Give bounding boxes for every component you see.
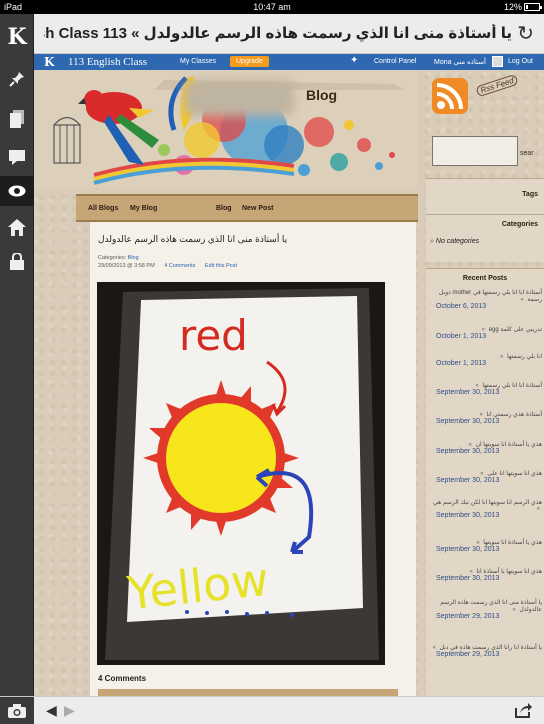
log-out-link[interactable]: Log Out (508, 58, 533, 65)
upgrade-button[interactable]: Upgrade (230, 56, 269, 67)
back-arrow-icon[interactable]: ◀ (46, 702, 57, 719)
tags-widget: Tags (426, 178, 544, 214)
camera-icon[interactable] (0, 697, 34, 724)
app-sidebar: K (0, 14, 34, 696)
list-item[interactable]: هذي انا سويتها يا أستاذة انا » September… (430, 568, 542, 582)
post-title[interactable]: يا أستاذة منى انا الذي رسمت هاذه الرسم ع… (98, 234, 398, 245)
tags-heading: Tags (522, 191, 538, 198)
nav-blog[interactable]: Blog (216, 205, 232, 212)
no-categories-text: » No categories (430, 238, 480, 245)
battery-percent: 12% (503, 2, 522, 12)
eye-icon[interactable] (0, 176, 34, 206)
comment-icon[interactable] (0, 142, 34, 172)
user-name-link[interactable]: Mona أستاذه منى (434, 58, 486, 66)
page-title: يا أستاذة منى انا الذي رسمت هاذه الرسم ع… (44, 25, 512, 42)
drawn-word-red: red (179, 311, 248, 360)
recent-posts-widget: Recent Posts أستاذة انا انا بلي رسمتها ف… (426, 268, 544, 696)
list-item[interactable]: انا بلي رسمتها » October 1, 2013 (430, 353, 542, 367)
list-item[interactable]: تدريبي على كلمة egg » October 1, 2013 (430, 326, 542, 340)
reload-icon[interactable]: ↻ (517, 21, 534, 46)
edit-post-link[interactable]: Edit this Post (205, 263, 237, 269)
rss-icon[interactable] (432, 78, 468, 114)
list-item[interactable]: أستاذة هذي رسمتي انا » September 30, 201… (430, 411, 542, 425)
categories-label: Categories: (98, 255, 127, 261)
pin-icon[interactable] (0, 64, 34, 94)
comments-link[interactable]: 4 Comments (164, 263, 195, 269)
blog-page: Blog All Blogs My Blog Blog New Post يا … (34, 70, 544, 696)
list-item[interactable]: يا أستاذة منى انا الذي رسمت هاذه الرسم ع… (430, 599, 542, 620)
avatar[interactable] (492, 56, 503, 67)
share-icon[interactable] (514, 702, 532, 722)
rss-feed-label[interactable]: Rss Feed (475, 73, 519, 98)
site-name-link[interactable]: 113 English Class (68, 56, 147, 68)
list-item[interactable]: هذي الرسم انا سويتها انا لكن نبك الرسم ه… (430, 499, 542, 519)
nav-new-post[interactable]: New Post (242, 205, 274, 212)
categories-widget: Categories » No categories (426, 214, 544, 262)
clock: 10:47 am (253, 2, 291, 12)
list-item[interactable]: يا أستاذة انا رانا الذي رسمت هاذه في دبل… (430, 644, 542, 658)
pages-icon[interactable] (0, 104, 34, 134)
redacted-name (184, 80, 294, 116)
comments-heading: 4 Comments (98, 674, 147, 683)
forward-arrow-icon[interactable]: ▶ (64, 702, 75, 719)
my-classes-link[interactable]: My Classes (180, 58, 216, 65)
search-button[interactable]: sear (520, 150, 534, 157)
nav-my-blog[interactable]: My Blog (130, 205, 157, 212)
app-logo[interactable]: K (0, 22, 34, 52)
post-image: red Yellow (97, 282, 385, 665)
twitter-bird-icon[interactable]: ✦ (350, 55, 358, 66)
post-meta: 29/09/2013 @ 3:58 PM 4 Comments Edit thi… (98, 263, 237, 269)
list-item[interactable]: أستاذة انا انا بلي رسمتها في mother دوبل… (430, 289, 542, 310)
categories-heading: Categories (501, 221, 538, 228)
list-item[interactable]: هذي يا أستاذة انا سويتها » September 30,… (430, 539, 542, 553)
nav-all-blogs[interactable]: All Blogs (88, 205, 118, 212)
post-content: يا أستاذة منى انا الذي رسمت هاذه الرسم ع… (90, 222, 416, 696)
status-bar: iPad 10:47 am 12% (0, 0, 544, 14)
blog-title: Blog (306, 87, 338, 103)
lock-icon[interactable] (0, 246, 34, 276)
site-top-bar: K 113 English Class My Classes Upgrade ✦… (34, 54, 544, 70)
category-link[interactable]: Blog (128, 255, 139, 261)
title-bar: يا أستاذة منى انا الذي رسمت هاذه الرسم ع… (34, 14, 544, 54)
post-datetime: 29/09/2013 @ 3:58 PM (98, 263, 155, 269)
list-item[interactable]: هذي يا أستاذة انا سويتها ان » September … (430, 441, 542, 455)
search-input[interactable] (432, 136, 518, 166)
comment-area-strip (98, 689, 398, 696)
recent-posts-heading: Recent Posts (462, 275, 508, 282)
home-icon[interactable] (0, 212, 34, 242)
list-item[interactable]: أستاذة انا انا بلي رسمتها » September 30… (430, 382, 542, 396)
control-panel-link[interactable]: Control Panel (374, 58, 416, 65)
blog-nav: All Blogs My Blog Blog New Post (76, 194, 418, 222)
post-categories: Categories: Blog (98, 255, 139, 261)
battery-icon (524, 3, 542, 11)
header-artwork: Blog (34, 70, 418, 188)
list-item[interactable]: هذي انا سويتها انا على » September 30, 2… (430, 470, 542, 484)
browser-bottom-bar: ◀ ▶ (0, 696, 544, 724)
site-logo[interactable]: K (44, 55, 54, 69)
